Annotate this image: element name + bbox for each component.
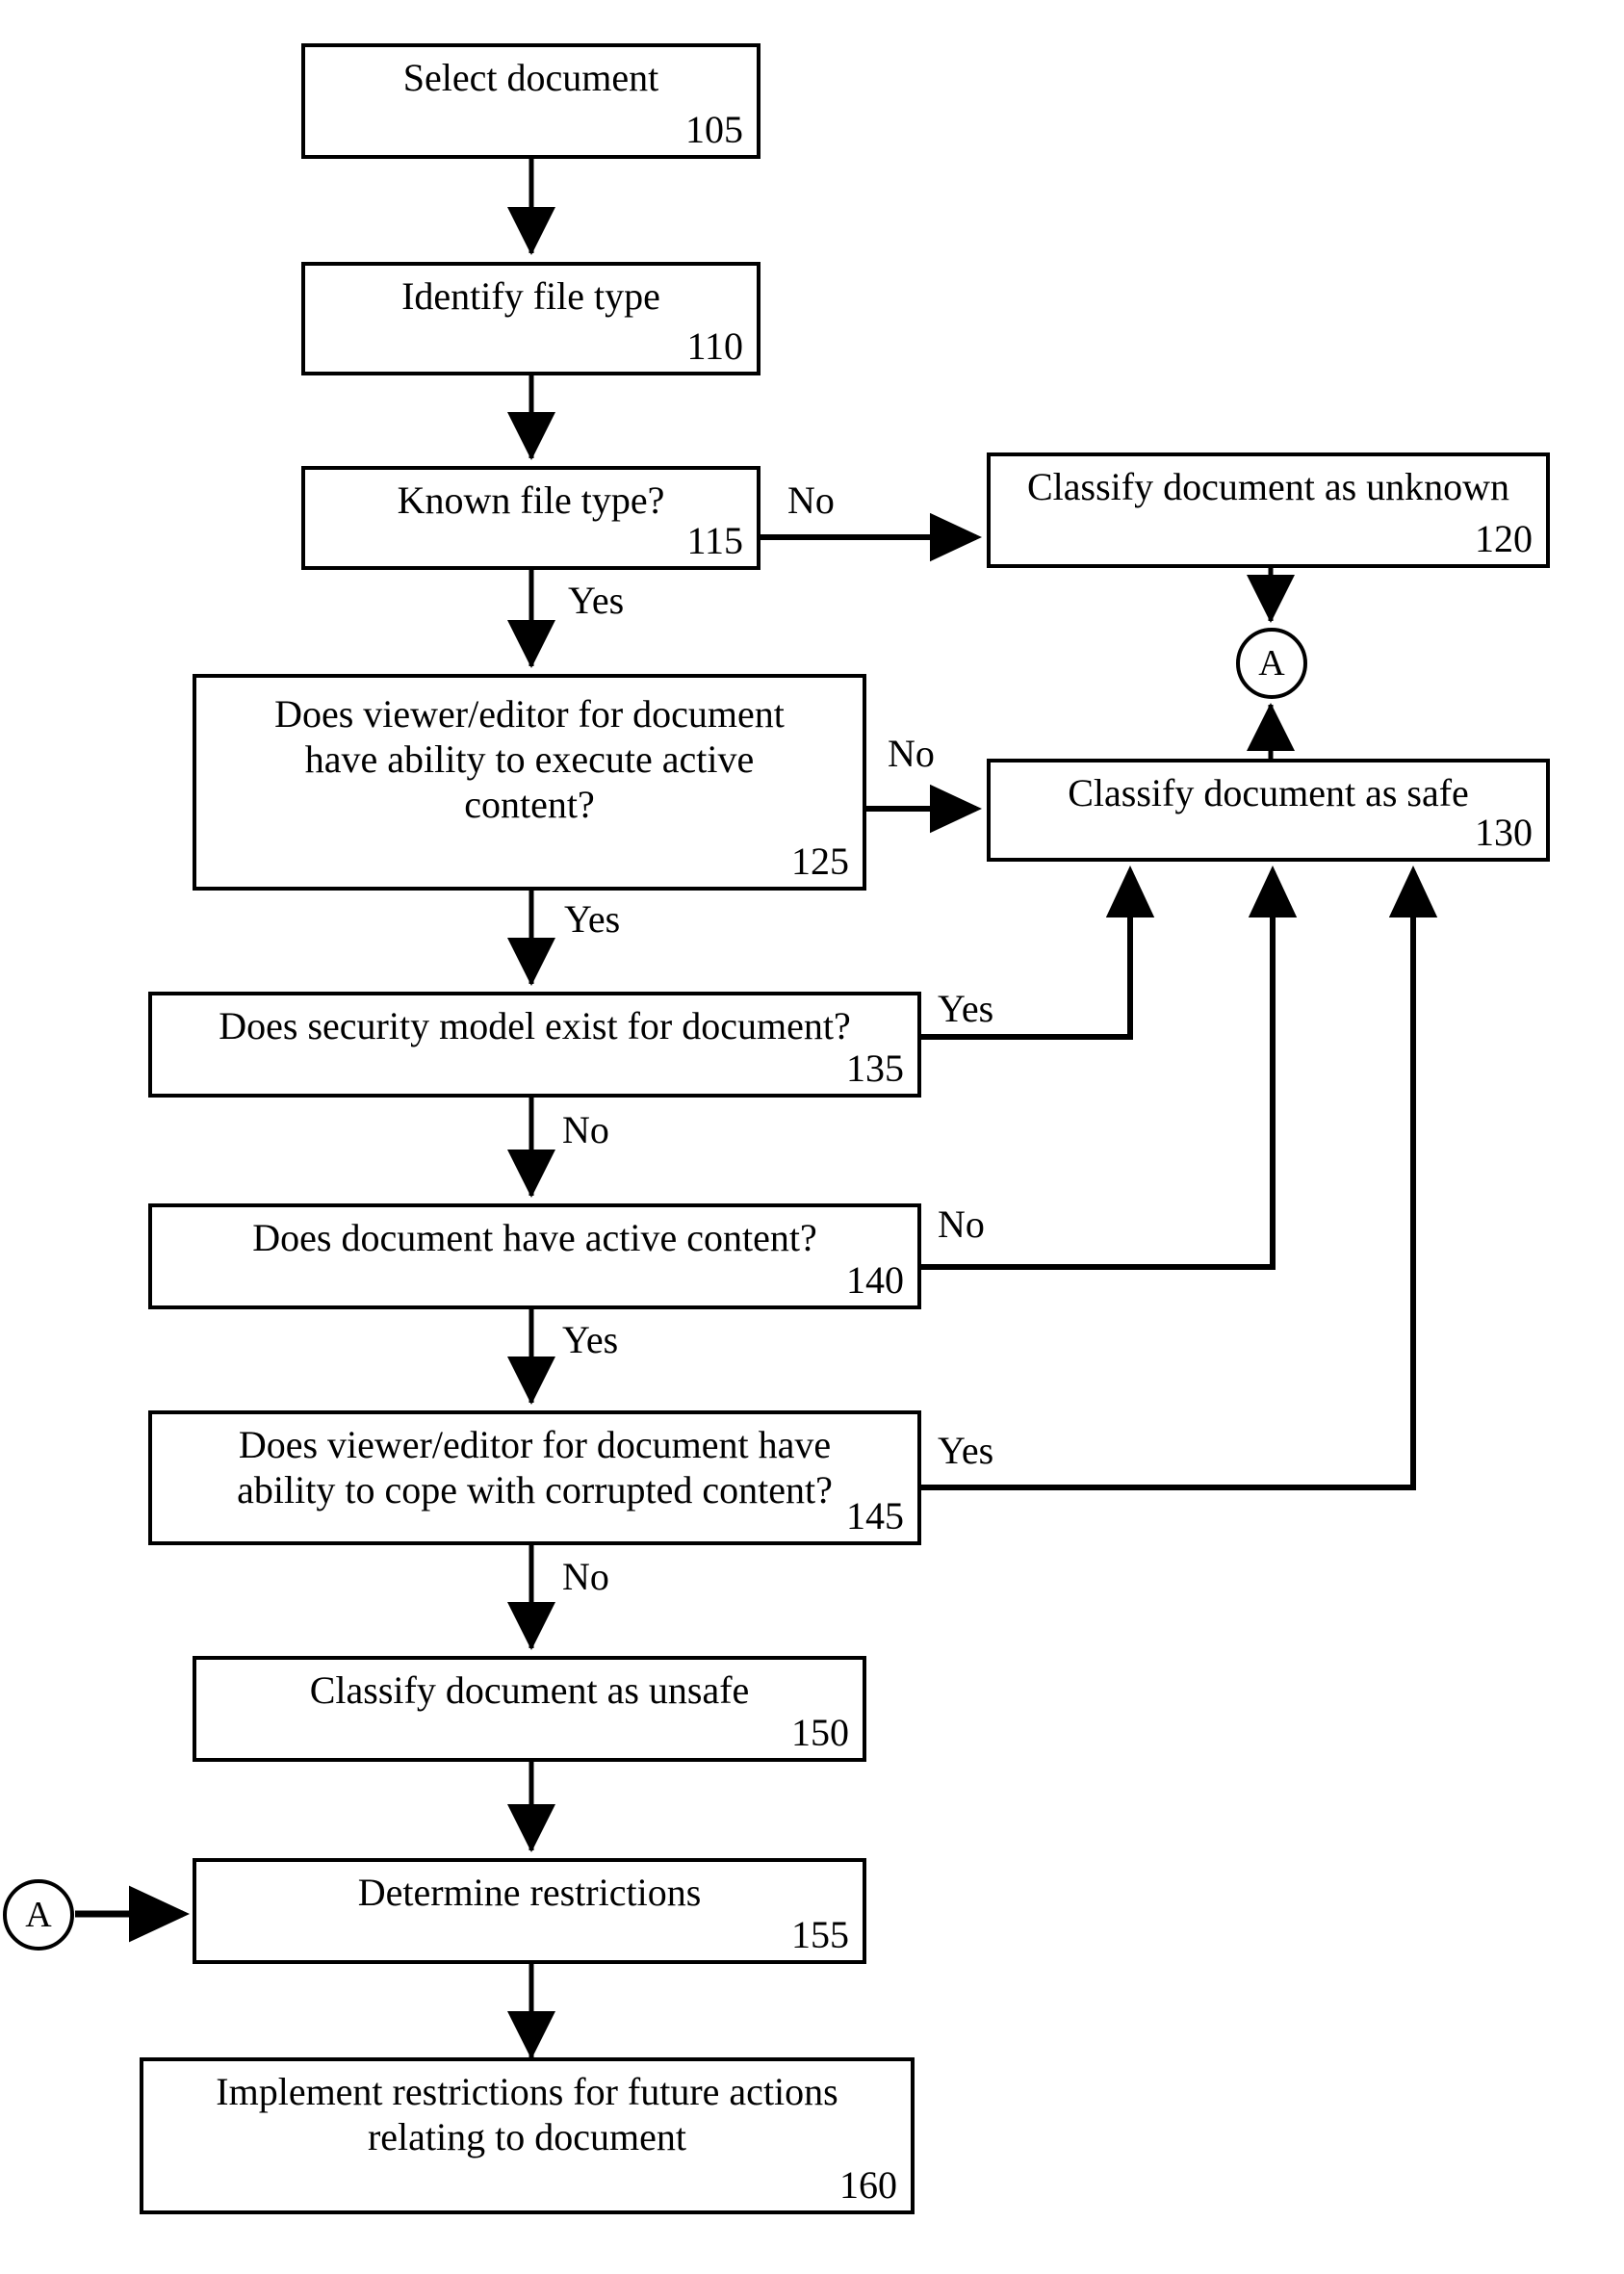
node-select-document[interactable]: Select document 105	[301, 43, 760, 159]
node-classify-safe[interactable]: Classify document as safe 130	[987, 759, 1550, 862]
node-classify-unknown[interactable]: Classify document as unknown 120	[987, 452, 1550, 568]
node-identify-file-type[interactable]: Identify file type 110	[301, 262, 760, 375]
node-reference-number: 125	[791, 840, 849, 883]
edge-145-130-yes	[921, 866, 1438, 1490]
node-reference-number: 150	[791, 1711, 849, 1754]
node-label: Classify document as safe	[1068, 771, 1469, 814]
node-reference-number: 140	[846, 1258, 904, 1302]
edge-label-125-yes: Yes	[564, 897, 621, 941]
node-label: Classify document as unknown	[1026, 465, 1510, 508]
node-reference-number: 160	[839, 2163, 897, 2207]
edge-label-125-no: No	[888, 732, 935, 775]
node-label: Does document have active content?	[252, 1216, 817, 1259]
node-reference-number: 115	[686, 519, 743, 562]
node-reference-number: 145	[846, 1494, 904, 1538]
node-label: Does security model exist for document?	[219, 1004, 851, 1047]
connector-label: A	[25, 1895, 52, 1935]
node-label: Identify file type	[401, 274, 660, 318]
node-document-has-active-content[interactable]: Does document have active content? 140	[148, 1203, 921, 1309]
edge-label-145-no: No	[562, 1555, 609, 1598]
node-viewer-cope-corrupted-content[interactable]: Does viewer/editor for document have abi…	[148, 1410, 921, 1545]
node-determine-restrictions[interactable]: Determine restrictions 155	[193, 1858, 866, 1964]
node-known-file-type[interactable]: Known file type? 115	[301, 466, 760, 570]
edge-label-140-no: No	[938, 1202, 985, 1246]
edge-label-145-yes: Yes	[938, 1429, 994, 1472]
edge-label-115-yes: Yes	[568, 579, 625, 622]
node-reference-number: 105	[685, 108, 743, 151]
edge-label-135-no: No	[562, 1108, 609, 1151]
connector-circle-a-left[interactable]: A	[3, 1879, 74, 1951]
connector-circle-a-top[interactable]: A	[1236, 628, 1307, 699]
node-reference-number: 135	[846, 1047, 904, 1090]
node-label: Classify document as unsafe	[309, 1668, 750, 1712]
node-label: Does viewer/editor for document have abi…	[237, 1423, 833, 1512]
node-label: Determine restrictions	[357, 1871, 702, 1914]
node-implement-restrictions[interactable]: Implement restrictions for future action…	[140, 2057, 915, 2214]
edge-label-115-no: No	[787, 478, 835, 522]
node-reference-number: 155	[791, 1913, 849, 1956]
node-security-model-exists[interactable]: Does security model exist for document? …	[148, 992, 921, 1098]
node-reference-number: 110	[686, 324, 743, 368]
node-reference-number: 120	[1475, 517, 1533, 560]
node-label: Does viewer/editor for document have abi…	[274, 692, 785, 827]
node-label: Implement restrictions for future action…	[216, 2070, 838, 2159]
node-reference-number: 130	[1475, 811, 1533, 854]
connector-label: A	[1258, 643, 1285, 684]
node-label: Select document	[402, 56, 659, 99]
node-viewer-execute-active-content[interactable]: Does viewer/editor for document have abi…	[193, 674, 866, 891]
edge-label-135-yes: Yes	[938, 987, 994, 1030]
edge-label-140-yes: Yes	[562, 1318, 619, 1361]
node-classify-unsafe[interactable]: Classify document as unsafe 150	[193, 1656, 866, 1762]
node-label: Known file type?	[397, 478, 665, 522]
flowchart-canvas: Select document 105 Identify file type 1…	[0, 0, 1624, 2274]
